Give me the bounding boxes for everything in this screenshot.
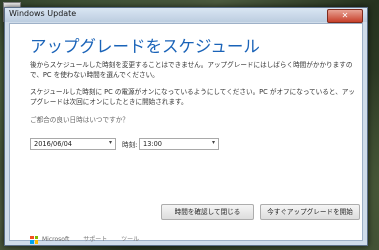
confirm-and-close-button[interactable]: 時間を確認して閉じる (161, 204, 254, 220)
dialog-content: アップグレードをスケジュール 後からスケジュールした時刻を変更することはできませ… (9, 23, 363, 244)
close-button[interactable]: ✕ (327, 9, 363, 23)
microsoft-logo-icon (30, 235, 38, 244)
time-dropdown[interactable]: 13:00 ▾ (139, 138, 219, 150)
support-link[interactable]: サポート (83, 236, 107, 243)
footer: Microsoft サポート ツール (30, 234, 139, 244)
window-title: Windows Update (9, 9, 77, 18)
upgrade-now-button[interactable]: 今すぐアップグレードを開始 (260, 204, 360, 220)
time-value: 13:00 (143, 140, 163, 148)
chevron-down-icon: ▾ (211, 139, 215, 146)
time-label: 時刻: (122, 141, 138, 149)
tool-link[interactable]: ツール (121, 236, 139, 243)
title-bar[interactable]: Windows Update ✕ (5, 8, 367, 23)
schedule-question: ご都合の良い日時はいつですか？ (30, 116, 129, 124)
page-title: アップグレードをスケジュール (30, 37, 260, 56)
instruction-text: 後からスケジュールした時刻を変更することはできません。アップグレードにはしばらく… (30, 61, 353, 79)
chevron-down-icon: ▾ (108, 139, 112, 146)
date-dropdown[interactable]: 2016/06/04 ▾ (30, 138, 116, 150)
date-value: 2016/06/04 (34, 140, 73, 148)
windows-update-window: Windows Update ✕ アップグレードをスケジュール 後からスケジュー… (4, 7, 368, 246)
brand-name: Microsoft (42, 236, 70, 243)
power-note-text: スケジュールした時刻に PC の電源がオンになっているようにしてください。PC … (30, 88, 355, 106)
